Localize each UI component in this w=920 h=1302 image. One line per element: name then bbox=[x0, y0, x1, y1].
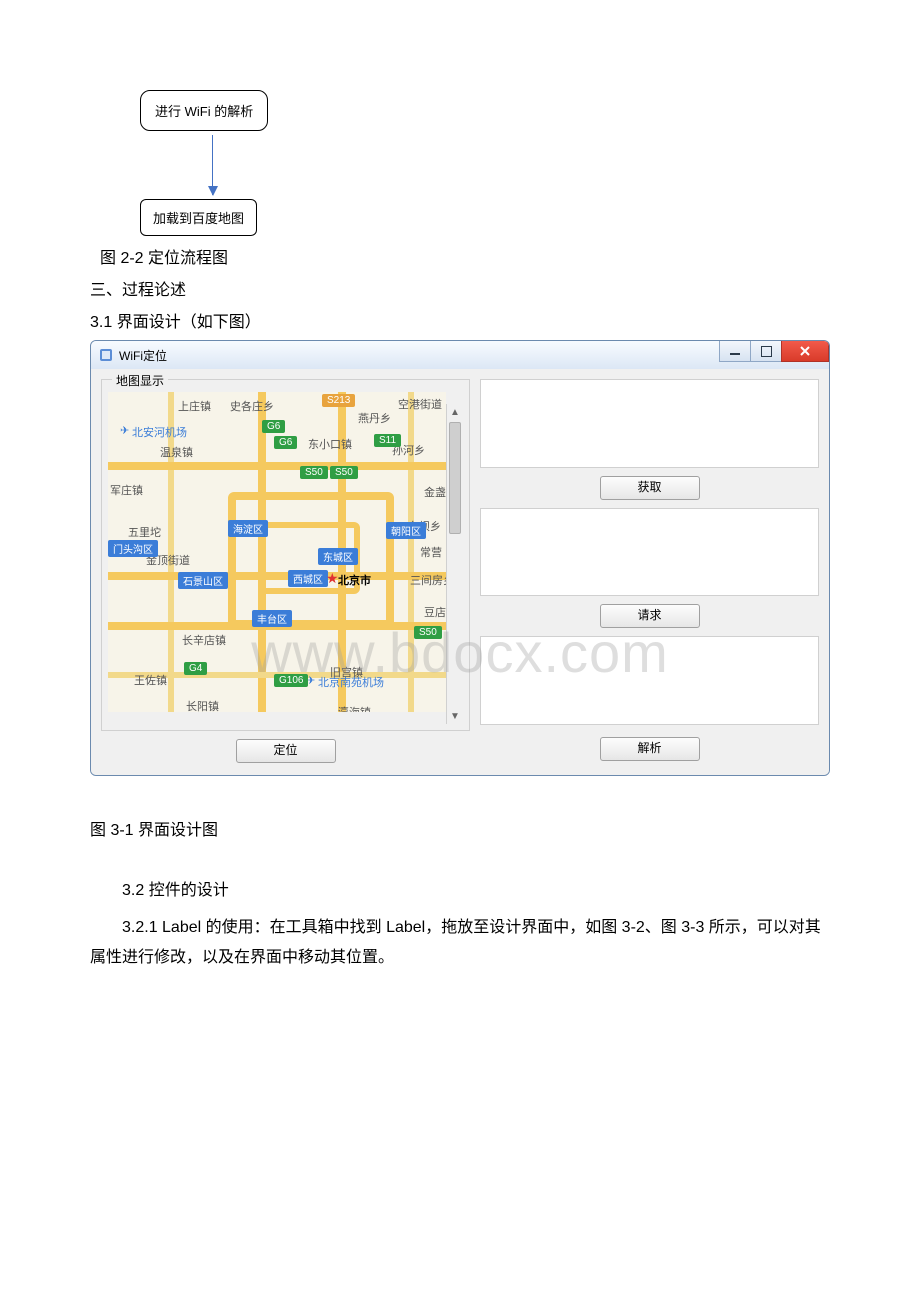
map-label: 空港街道 bbox=[398, 396, 442, 412]
output-panel-3 bbox=[480, 636, 819, 725]
road-badge: S11 bbox=[374, 434, 401, 447]
output-panel-1 bbox=[480, 379, 819, 468]
figure-2-2-caption: 图 2-2 定位流程图 bbox=[100, 244, 830, 268]
district-badge: 西城区 bbox=[288, 570, 328, 587]
section-3-2-1-text: 3.2.1 Label 的使用：在工具箱中找到 Label，拖放至设计界面中，如… bbox=[90, 913, 830, 974]
flowchart: 进行 WiFi 的解析 加载到百度地图 bbox=[140, 90, 830, 236]
map-label: 三间房乡 bbox=[410, 572, 446, 588]
titlebar: WiFi定位 bbox=[91, 341, 829, 369]
road-badge: G6 bbox=[274, 436, 297, 449]
map-scrollbar[interactable]: ▲ ▼ bbox=[446, 404, 463, 724]
map-label: 北安河机场 bbox=[132, 424, 187, 440]
map-label: 东小口镇 bbox=[308, 436, 352, 452]
scroll-down-icon[interactable]: ▼ bbox=[447, 708, 463, 724]
map-label: 史各庄乡 bbox=[230, 398, 274, 414]
map-label: 上庄镇 bbox=[178, 398, 211, 414]
section-3-2-heading: 3.2 控件的设计 bbox=[90, 876, 830, 906]
maximize-button[interactable] bbox=[750, 341, 782, 362]
figure-3-1-caption: 图 3-1 界面设计图 bbox=[90, 816, 830, 846]
scroll-thumb[interactable] bbox=[449, 422, 461, 534]
flow-step-parse-wifi: 进行 WiFi 的解析 bbox=[140, 90, 268, 131]
road-badge: S50 bbox=[330, 466, 358, 479]
map-label: 长辛店镇 bbox=[182, 632, 226, 648]
district-badge: 丰台区 bbox=[252, 610, 292, 627]
window-buttons bbox=[720, 341, 829, 361]
district-badge: 海淀区 bbox=[228, 520, 268, 537]
app-window: WiFi定位 地图显示 bbox=[90, 340, 830, 776]
scroll-up-icon[interactable]: ▲ bbox=[447, 404, 463, 420]
district-badge: 朝阳区 bbox=[386, 522, 426, 539]
arrow-down-icon bbox=[212, 135, 213, 195]
road-badge: S50 bbox=[414, 626, 442, 639]
map-label: 金盏 bbox=[424, 484, 446, 500]
road-badge: G106 bbox=[274, 674, 308, 687]
map-group-label: 地图显示 bbox=[112, 372, 168, 384]
client-area: 地图显示 bbox=[91, 369, 829, 775]
district-badge: 东城区 bbox=[318, 548, 358, 565]
map-groupbox: 地图显示 bbox=[101, 379, 470, 731]
map-label: 军庄镇 bbox=[110, 482, 143, 498]
get-button[interactable]: 获取 bbox=[600, 476, 700, 500]
output-panel-2 bbox=[480, 508, 819, 597]
locate-button[interactable]: 定位 bbox=[236, 739, 336, 763]
flow-step-load-map: 加载到百度地图 bbox=[140, 199, 257, 236]
map-label: 长阳镇 bbox=[186, 698, 219, 712]
map-city-label: 北京市 bbox=[338, 572, 371, 588]
map-label: 豆店 bbox=[424, 604, 446, 620]
road-badge: G6 bbox=[262, 420, 285, 433]
road-badge: S213 bbox=[322, 394, 355, 407]
map-label: 常营 bbox=[420, 544, 442, 560]
window-title: WiFi定位 bbox=[119, 347, 167, 364]
map-label: 燕丹乡 bbox=[358, 410, 391, 426]
map-label: 瀛海镇 bbox=[338, 704, 371, 712]
section-3-heading: 三、过程论述 bbox=[90, 276, 830, 300]
map-label: 五里坨 bbox=[128, 524, 161, 540]
map-label: 温泉镇 bbox=[160, 444, 193, 460]
road-badge: G4 bbox=[184, 662, 207, 675]
district-badge: 石景山区 bbox=[178, 572, 228, 589]
close-button[interactable] bbox=[781, 341, 829, 362]
request-button[interactable]: 请求 bbox=[600, 604, 700, 628]
right-column: 获取 请求 解析 bbox=[480, 379, 819, 763]
district-badge: 门头沟区 bbox=[108, 540, 158, 557]
road-badge: S50 bbox=[300, 466, 328, 479]
minimize-button[interactable] bbox=[719, 341, 751, 362]
map-label: 王佐镇 bbox=[134, 672, 167, 688]
star-marker-icon: ★ bbox=[326, 570, 339, 587]
map-view[interactable]: 上庄镇 史各庄乡 燕丹乡 空港街道 ✈ 北安河机场 温泉镇 东小口镇 孙河乡 军… bbox=[108, 392, 446, 712]
map-label: 北京南苑机场 bbox=[318, 674, 384, 690]
parse-button[interactable]: 解析 bbox=[600, 737, 700, 761]
app-icon bbox=[99, 348, 113, 362]
section-3-1-heading: 3.1 界面设计（如下图） bbox=[90, 308, 830, 332]
airport-icon: ✈ bbox=[120, 424, 129, 437]
